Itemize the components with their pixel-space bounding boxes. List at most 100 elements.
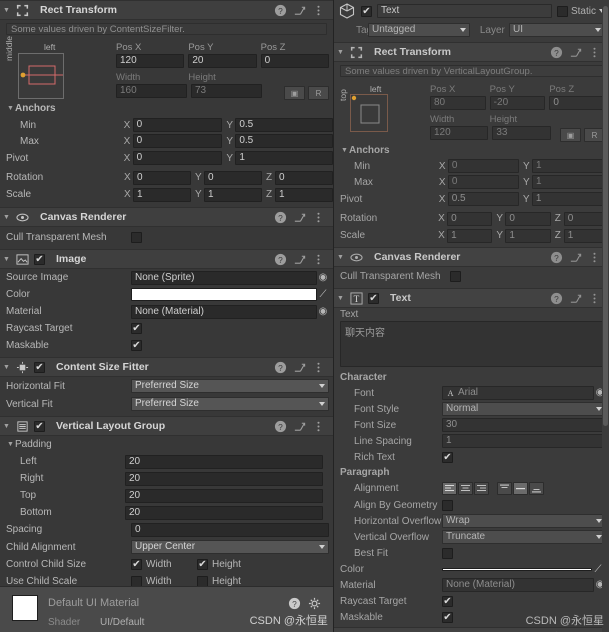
help-icon[interactable]: ? xyxy=(274,253,287,266)
text-enabled-checkbox[interactable] xyxy=(368,292,379,305)
more-options-icon[interactable] xyxy=(312,420,325,433)
object-picker-icon[interactable]: ◉ xyxy=(317,272,329,284)
help-icon[interactable]: ? xyxy=(550,292,563,305)
anchor-max-x-input[interactable]: 0 xyxy=(447,175,519,189)
object-picker-icon[interactable]: ◉ xyxy=(317,306,329,318)
anchors-foldout[interactable]: ▼ Anchors xyxy=(334,142,609,158)
spacing-input[interactable]: 0 xyxy=(131,522,329,537)
align-by-geometry-checkbox[interactable] xyxy=(442,499,453,511)
gear-icon[interactable] xyxy=(308,597,321,610)
padding-left-input[interactable]: 20 xyxy=(125,454,323,469)
help-icon[interactable]: ? xyxy=(274,4,287,17)
component-header-canvas-renderer[interactable]: ▼ Canvas Renderer ? xyxy=(0,207,333,227)
eyedropper-icon[interactable]: ⟋ xyxy=(317,289,329,300)
pivot-x-input[interactable]: 0.5 xyxy=(447,192,519,206)
height-input[interactable]: 33 xyxy=(492,126,551,140)
blueprint-mode-button[interactable]: ▣ xyxy=(559,128,581,142)
more-options-icon[interactable] xyxy=(588,46,601,59)
static-checkbox[interactable] xyxy=(556,5,568,17)
rotation-z-input[interactable]: 0 xyxy=(275,170,333,185)
vertical-fit-dropdown[interactable]: Preferred Size xyxy=(131,397,329,411)
rich-text-checkbox[interactable] xyxy=(442,451,453,464)
anchor-min-y-input[interactable]: 1 xyxy=(531,159,609,173)
preset-icon[interactable] xyxy=(293,420,306,433)
pivot-y-input[interactable]: 1 xyxy=(235,151,333,165)
pivot-y-input[interactable]: 1 xyxy=(531,192,609,206)
text-raycast-checkbox[interactable] xyxy=(442,595,453,608)
anchor-preset-area[interactable]: left middle xyxy=(4,36,116,100)
height-input[interactable]: 73 xyxy=(191,84,262,98)
best-fit-checkbox[interactable] xyxy=(442,547,453,559)
foldout-arrow-icon[interactable]: ▼ xyxy=(2,256,11,263)
shader-value[interactable]: UI/Default xyxy=(100,617,144,628)
layer-dropdown[interactable]: UI xyxy=(508,23,605,37)
scale-x-input[interactable]: 1 xyxy=(447,228,493,243)
pos-y-input[interactable]: -20 xyxy=(489,96,546,110)
rotation-x-input[interactable]: 0 xyxy=(133,170,191,185)
help-icon[interactable]: ? xyxy=(274,211,287,224)
component-header-vertical-layout-group[interactable]: ▼ Vertical Layout Group ? xyxy=(0,416,333,436)
vertical-overflow-dropdown[interactable]: Truncate xyxy=(442,530,606,544)
image-raycast-checkbox[interactable] xyxy=(131,322,142,335)
help-icon[interactable]: ? xyxy=(274,420,287,433)
text-material-field[interactable]: None (Material) xyxy=(442,578,594,592)
align-top-button[interactable] xyxy=(497,482,512,495)
more-options-icon[interactable] xyxy=(312,211,325,224)
align-right-button[interactable] xyxy=(474,482,489,495)
foldout-arrow-icon[interactable]: ▼ xyxy=(2,423,11,430)
component-header-content-size-fitter[interactable]: ▼ Content Size Fitter ? xyxy=(0,357,333,377)
game-object-active-checkbox[interactable] xyxy=(361,5,372,18)
foldout-arrow-icon[interactable]: ▼ xyxy=(2,214,11,221)
foldout-arrow-icon[interactable]: ▼ xyxy=(336,49,345,56)
padding-foldout-icon[interactable]: ▼ xyxy=(6,441,15,448)
foldout-arrow-icon[interactable]: ▼ xyxy=(2,364,11,371)
text-maskable-checkbox[interactable] xyxy=(442,611,453,624)
anchor-preset-area[interactable]: left top xyxy=(338,83,430,142)
pos-x-input[interactable]: 120 xyxy=(116,54,185,68)
pos-x-input[interactable]: 80 xyxy=(430,96,486,110)
image-maskable-checkbox[interactable] xyxy=(131,339,142,352)
anchor-max-y-input[interactable]: 0.5 xyxy=(235,134,333,148)
align-middle-button[interactable] xyxy=(513,482,528,495)
image-enabled-checkbox[interactable] xyxy=(34,253,45,266)
anchor-preset-widget[interactable] xyxy=(18,53,64,99)
anchor-preset-widget[interactable] xyxy=(350,94,388,132)
anchors-foldout-icon[interactable]: ▼ xyxy=(340,147,349,154)
pos-y-input[interactable]: 20 xyxy=(188,54,257,68)
preset-icon[interactable] xyxy=(569,292,582,305)
width-input[interactable]: 120 xyxy=(430,126,489,140)
padding-bottom-input[interactable]: 20 xyxy=(125,505,323,520)
help-icon[interactable]: ? xyxy=(550,46,563,59)
tag-dropdown[interactable]: Untagged xyxy=(368,23,470,37)
preset-icon[interactable] xyxy=(293,253,306,266)
control-child-size-width-checkbox[interactable] xyxy=(131,558,142,571)
anchors-foldout[interactable]: ▼ Anchors xyxy=(0,100,333,117)
font-style-dropdown[interactable]: Normal xyxy=(442,402,606,416)
more-options-icon[interactable] xyxy=(588,251,601,264)
text-color-swatch[interactable] xyxy=(442,567,592,571)
font-size-input[interactable]: 30 xyxy=(442,418,606,432)
anchors-foldout-icon[interactable]: ▼ xyxy=(6,105,15,112)
help-icon[interactable]: ? xyxy=(550,251,563,264)
raw-edit-mode-button[interactable]: R xyxy=(308,86,329,100)
padding-foldout[interactable]: ▼ Padding xyxy=(0,436,333,453)
pos-z-input[interactable]: 0 xyxy=(549,96,606,110)
line-spacing-input[interactable]: 1 xyxy=(442,434,606,448)
preset-icon[interactable] xyxy=(293,211,306,224)
component-header-canvas-renderer[interactable]: ▼ Canvas Renderer ? xyxy=(334,247,609,267)
padding-right-input[interactable]: 20 xyxy=(125,471,323,486)
blueprint-mode-button[interactable]: ▣ xyxy=(284,86,305,100)
anchor-min-y-input[interactable]: 0.5 xyxy=(235,118,333,132)
scale-z-input[interactable]: 1 xyxy=(275,187,333,202)
more-options-icon[interactable] xyxy=(312,4,325,17)
foldout-arrow-icon[interactable]: ▼ xyxy=(336,295,345,302)
rotation-y-input[interactable]: 0 xyxy=(204,170,262,185)
source-image-field[interactable]: None (Sprite) xyxy=(131,270,317,285)
scrollbar-track[interactable] xyxy=(602,0,609,632)
text-content-textarea[interactable]: 聊天内容 xyxy=(340,321,603,367)
anchor-max-y-input[interactable]: 1 xyxy=(531,175,609,189)
vertical-layout-group-enabled-checkbox[interactable] xyxy=(34,420,45,433)
component-header-text[interactable]: ▼ T Text ? xyxy=(334,288,609,308)
align-center-button[interactable] xyxy=(458,482,473,495)
image-material-field[interactable]: None (Material) xyxy=(131,304,317,319)
